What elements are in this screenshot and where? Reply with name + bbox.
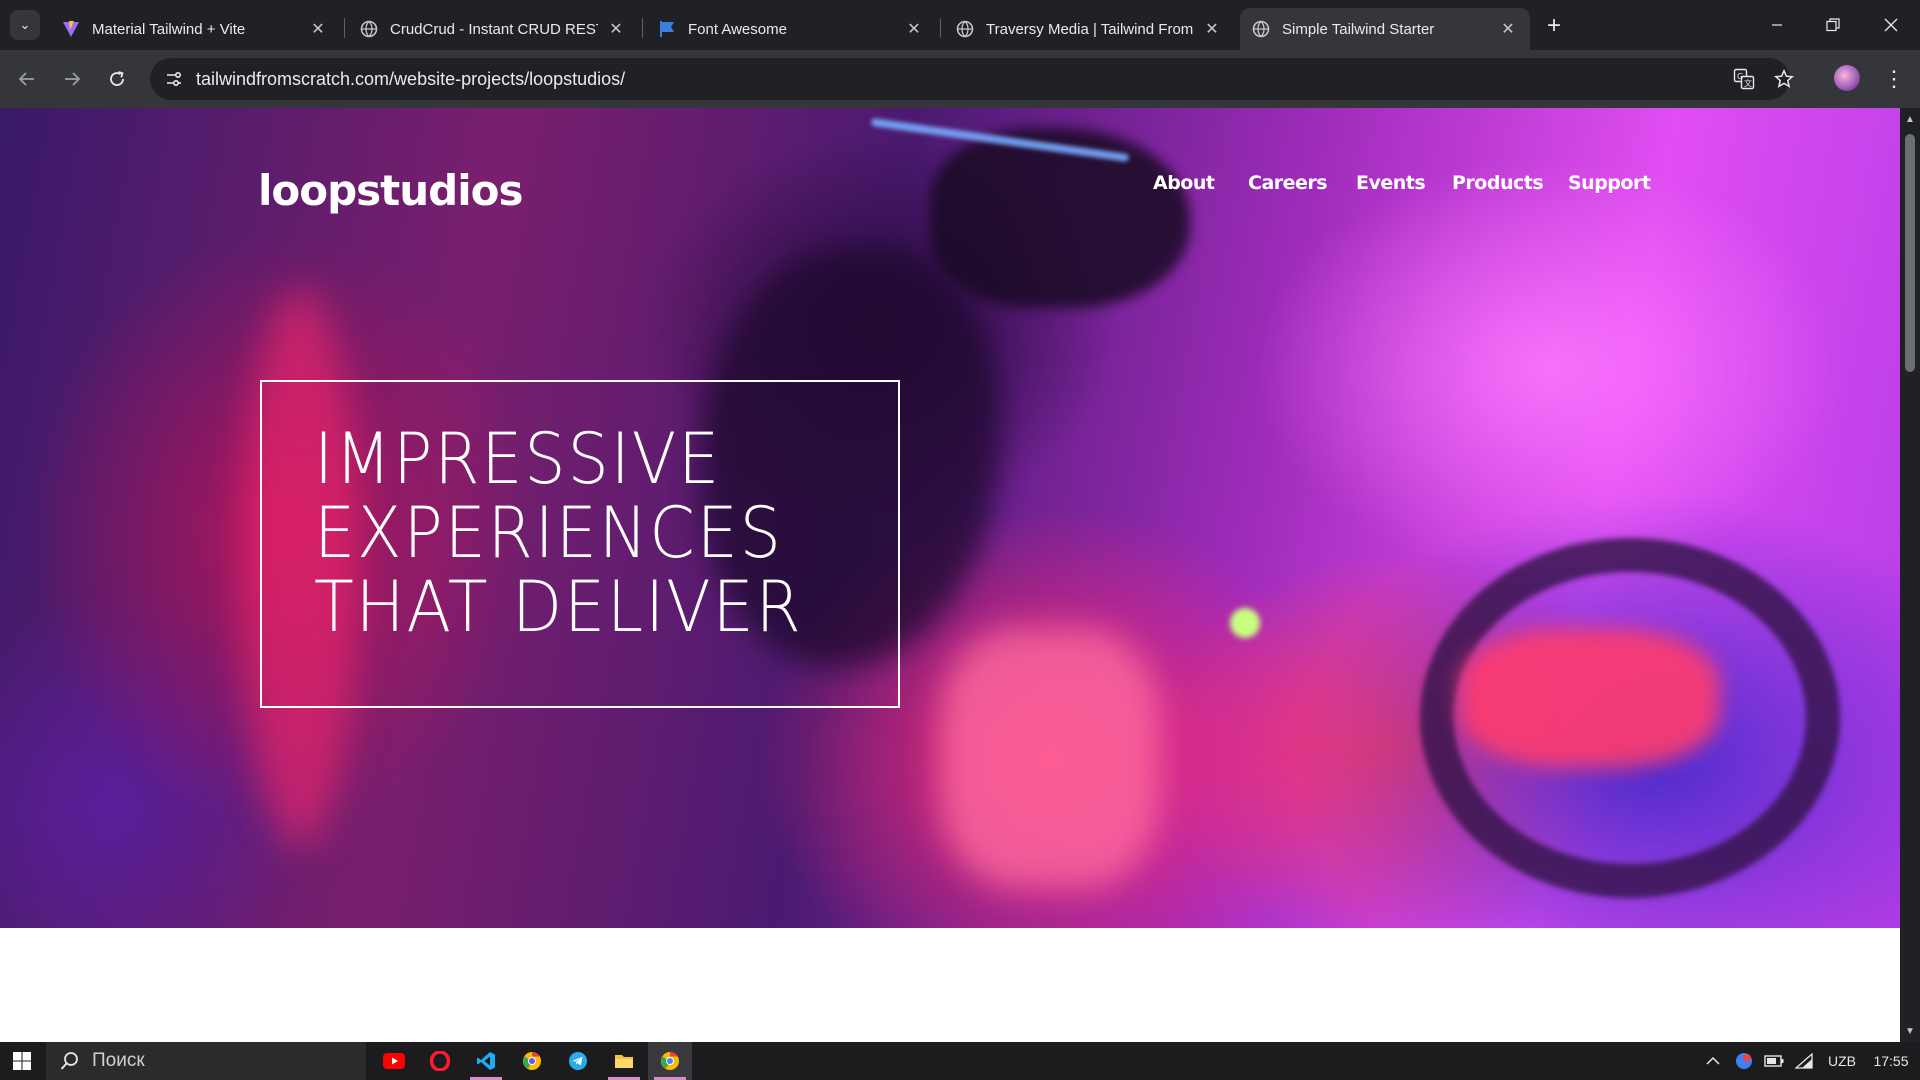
- hero-background-image: [1230, 608, 1260, 638]
- reload-button[interactable]: [100, 62, 134, 96]
- hero-headline-line: THAT DELIVER: [314, 566, 803, 648]
- nav-link-careers[interactable]: Careers: [1248, 172, 1328, 194]
- hero-background-image: [930, 128, 1190, 308]
- chrome-icon: [661, 1052, 679, 1070]
- taskbar-file-explorer[interactable]: [602, 1042, 646, 1080]
- tab-material-tailwind[interactable]: Material Tailwind + Vite ✕: [50, 8, 340, 50]
- close-tab-icon[interactable]: ✕: [606, 19, 626, 39]
- translate-icon[interactable]: G文: [1730, 65, 1758, 93]
- new-tab-button[interactable]: +: [1540, 12, 1568, 40]
- url-text[interactable]: tailwindfromscratch.com/website-projects…: [196, 69, 625, 90]
- page-viewport: loopstudios About Careers Events Product…: [0, 108, 1900, 1042]
- search-icon: [60, 1052, 78, 1070]
- folder-icon: [615, 1055, 633, 1068]
- page-scrollbar[interactable]: ▲ ▼: [1900, 108, 1920, 1042]
- browser-toolbar: tailwindfromscratch.com/website-projects…: [0, 50, 1920, 108]
- scroll-up-arrow-icon[interactable]: ▲: [1904, 112, 1916, 126]
- chrome-icon: [523, 1052, 541, 1070]
- tab-separator: [344, 18, 345, 38]
- back-button[interactable]: [10, 62, 44, 96]
- hero-headline-line: EXPERIENCES: [314, 492, 783, 574]
- browser-tab-strip: ⌄ Material Tailwind + Vite ✕ CrudCrud - …: [0, 0, 1920, 50]
- hero-background-image: [940, 628, 1160, 888]
- minimize-button[interactable]: [1754, 8, 1800, 42]
- taskbar-search[interactable]: Поиск: [46, 1042, 366, 1080]
- taskbar-chrome[interactable]: [648, 1042, 692, 1080]
- youtube-icon: [383, 1053, 405, 1069]
- hero-background-image: [1460, 628, 1720, 768]
- taskbar-search-placeholder: Поиск: [92, 1050, 145, 1071]
- vscode-icon: [477, 1052, 495, 1070]
- scrollbar-thumb[interactable]: [1905, 134, 1915, 372]
- address-bar[interactable]: tailwindfromscratch.com/website-projects…: [150, 58, 1794, 100]
- globe-icon: [360, 20, 378, 38]
- tab-title: Simple Tailwind Starter: [1282, 20, 1435, 38]
- taskbar-youtube[interactable]: [372, 1042, 416, 1080]
- tab-title: Font Awesome: [688, 20, 787, 38]
- tab-title: Traversy Media | Tailwind From: [986, 20, 1194, 38]
- close-tab-icon[interactable]: ✕: [1498, 19, 1518, 39]
- tab-font-awesome[interactable]: Font Awesome ✕: [646, 8, 936, 50]
- bookmark-star-icon[interactable]: [1770, 65, 1798, 93]
- close-tab-icon[interactable]: ✕: [1202, 19, 1222, 39]
- telegram-icon: [569, 1052, 587, 1070]
- taskbar-telegram[interactable]: [556, 1042, 600, 1080]
- flag-icon: [658, 20, 676, 38]
- site-logo[interactable]: loopstudios: [258, 166, 523, 215]
- globe-icon: [956, 20, 974, 38]
- tab-title: CrudCrud - Instant CRUD REST: [390, 20, 598, 38]
- taskbar-opera[interactable]: [418, 1042, 462, 1080]
- wifi-icon[interactable]: [1790, 1042, 1818, 1080]
- battery-icon[interactable]: [1760, 1042, 1788, 1080]
- tab-search-button[interactable]: ⌄: [10, 10, 40, 40]
- tab-crudcrud[interactable]: CrudCrud - Instant CRUD REST ✕: [348, 8, 638, 50]
- opera-icon: [430, 1051, 450, 1071]
- hero-headline-line: IMPRESSIVE: [314, 418, 722, 500]
- svg-text:文: 文: [1744, 78, 1752, 88]
- tab-separator: [642, 18, 643, 38]
- taskbar-clock[interactable]: 17:55: [1866, 1042, 1916, 1080]
- profile-avatar[interactable]: [1834, 65, 1860, 91]
- close-window-button[interactable]: [1868, 8, 1914, 42]
- windows-taskbar: Поиск UZB 17:55: [0, 1042, 1920, 1080]
- tray-app-icon[interactable]: [1730, 1042, 1758, 1080]
- tab-title: Material Tailwind + Vite: [92, 20, 246, 38]
- chevron-down-icon: ⌄: [19, 17, 31, 32]
- forward-button[interactable]: [55, 62, 89, 96]
- vite-icon: [62, 20, 80, 38]
- svg-text:G: G: [1737, 72, 1743, 81]
- taskbar-vscode[interactable]: [464, 1042, 508, 1080]
- close-tab-icon[interactable]: ✕: [904, 19, 924, 39]
- site-settings-icon[interactable]: [160, 65, 188, 93]
- windows-logo-icon: [13, 1052, 31, 1070]
- hero-headline-box: IMPRESSIVE EXPERIENCES THAT DELIVER: [260, 380, 900, 708]
- taskbar-chrome-profile[interactable]: [510, 1042, 554, 1080]
- tab-separator: [940, 18, 941, 38]
- restore-button[interactable]: [1810, 8, 1856, 42]
- browser-menu-icon[interactable]: ⋮: [1880, 62, 1908, 96]
- nav-link-about[interactable]: About: [1153, 172, 1215, 194]
- tray-overflow-chevron-icon[interactable]: [1700, 1042, 1726, 1080]
- nav-link-support[interactable]: Support: [1568, 172, 1651, 194]
- start-button[interactable]: [0, 1042, 44, 1080]
- globe-icon: [1252, 20, 1270, 38]
- nav-link-products[interactable]: Products: [1452, 172, 1544, 194]
- tab-simple-tailwind-starter[interactable]: Simple Tailwind Starter ✕: [1240, 8, 1530, 50]
- tab-traversy-media[interactable]: Traversy Media | Tailwind From ✕: [944, 8, 1234, 50]
- scroll-down-arrow-icon[interactable]: ▼: [1904, 1024, 1916, 1038]
- hero-section: loopstudios About Careers Events Product…: [0, 108, 1900, 928]
- close-tab-icon[interactable]: ✕: [308, 19, 328, 39]
- keyboard-language[interactable]: UZB: [1822, 1042, 1862, 1080]
- nav-link-events[interactable]: Events: [1356, 172, 1426, 194]
